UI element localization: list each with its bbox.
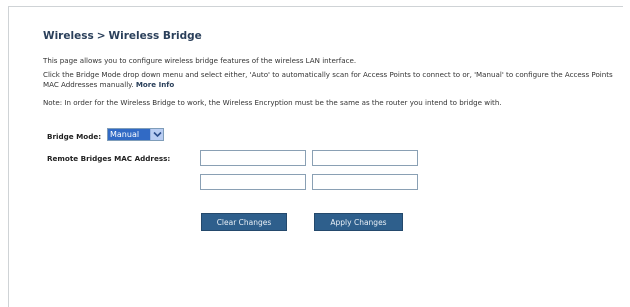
mac-address-field-4[interactable] [312, 174, 418, 190]
page-title: Wireless > Wireless Bridge [43, 30, 202, 42]
breadcrumb-wireless: Wireless [43, 30, 94, 42]
mac-address-label: Remote Bridges MAC Address: [47, 154, 171, 163]
mac-address-field-2[interactable] [312, 150, 418, 166]
instructions-text: Click the Bridge Mode drop down menu and… [43, 70, 613, 89]
breadcrumb-separator: > [96, 30, 106, 42]
more-info-link[interactable]: More Info [136, 80, 174, 89]
chevron-down-icon[interactable] [150, 129, 163, 140]
intro-text: This page allows you to configure wirele… [43, 56, 357, 65]
bridge-mode-select[interactable]: Manual [107, 128, 164, 141]
mac-address-field-3[interactable] [200, 174, 306, 190]
clear-changes-button[interactable]: Clear Changes [201, 213, 287, 231]
mac-address-field-1[interactable] [200, 150, 306, 166]
note-text: Note: In order for the Wireless Bridge t… [43, 98, 502, 107]
breadcrumb-wireless-bridge: Wireless Bridge [108, 30, 202, 42]
instructions-paragraph: Click the Bridge Mode drop down menu and… [43, 70, 613, 89]
bridge-mode-selected-value: Manual [108, 129, 151, 140]
apply-changes-button[interactable]: Apply Changes [314, 213, 403, 231]
bridge-mode-label: Bridge Mode: [47, 132, 102, 141]
